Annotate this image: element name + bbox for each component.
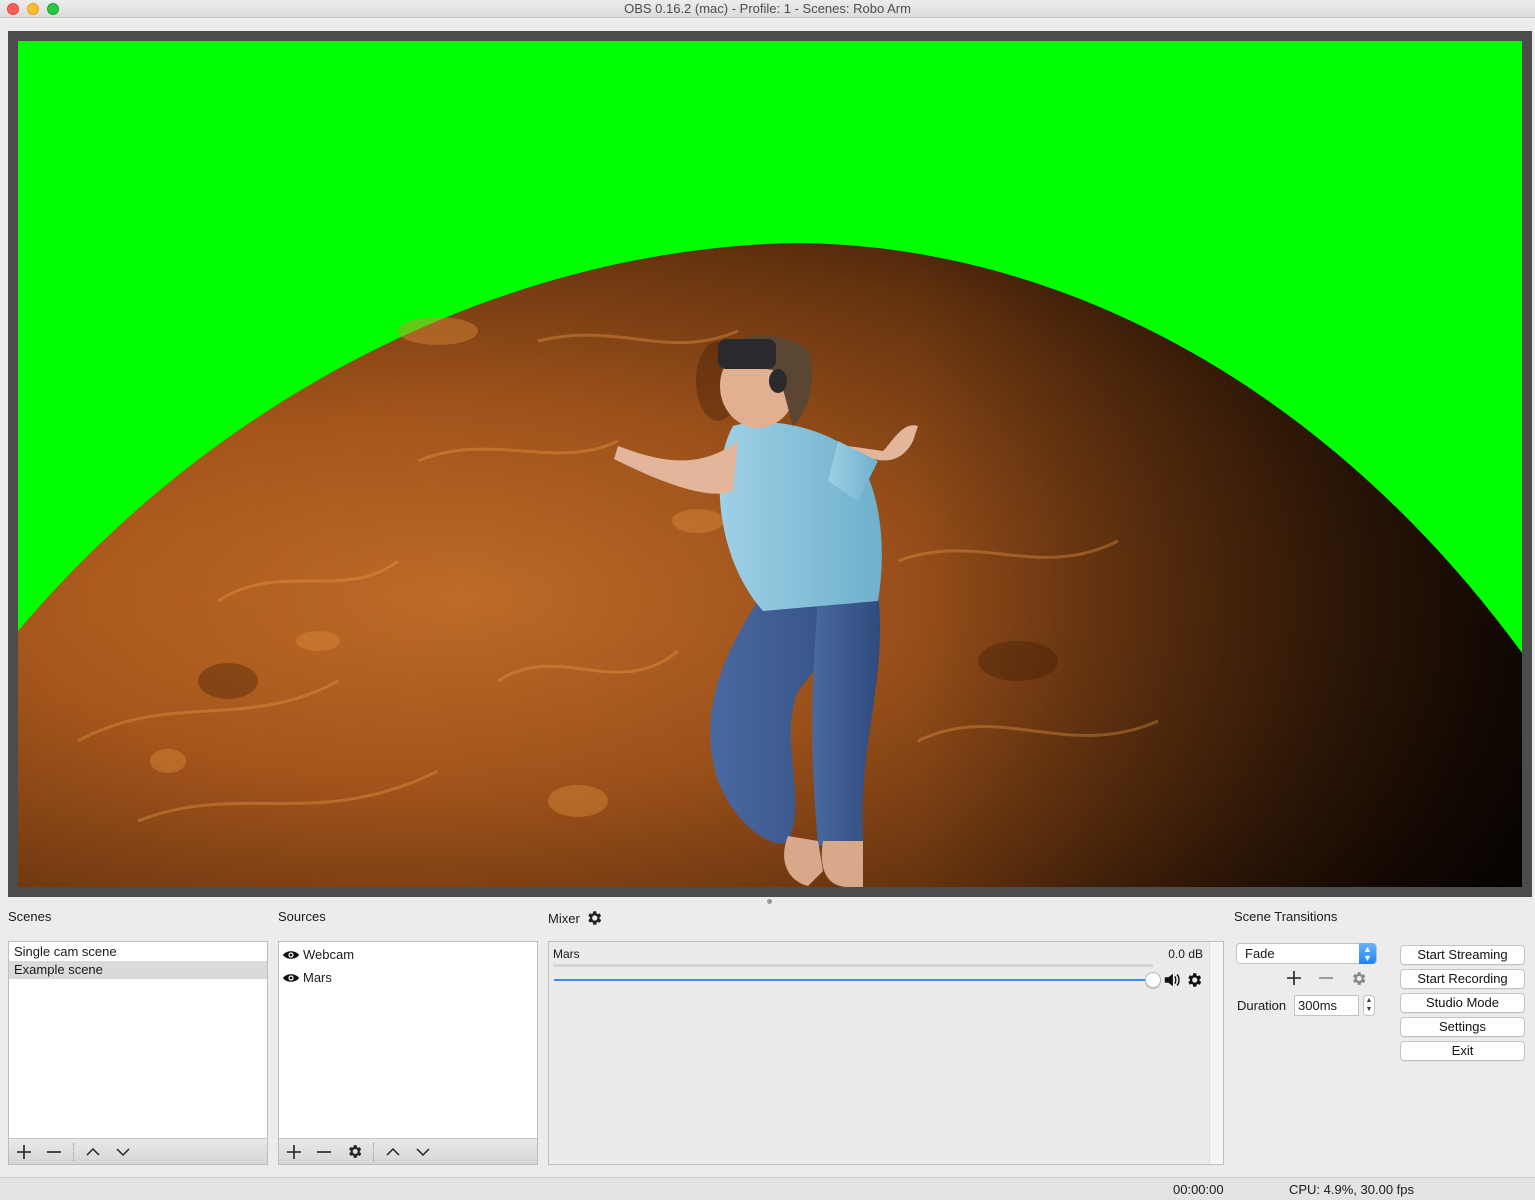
volume-slider-track[interactable] [554, 979, 1152, 981]
mixer-channel-db: 0.0 dB [1168, 947, 1203, 961]
status-time: 00:00:00 [1173, 1182, 1224, 1197]
volume-slider-handle[interactable] [1145, 972, 1161, 988]
add-transition-button[interactable] [1282, 967, 1306, 989]
preview-scene-image [18, 41, 1522, 887]
add-source-button[interactable] [279, 1140, 309, 1164]
gear-icon [348, 1145, 361, 1158]
mixer-dock-title: Mixer [548, 910, 580, 926]
title-bar: OBS 0.16.2 (mac) - Profile: 1 - Scenes: … [0, 0, 1535, 18]
minus-icon [317, 1150, 331, 1153]
scene-item-single-cam[interactable]: Single cam scene [9, 943, 267, 961]
chevron-up-icon [86, 1147, 100, 1156]
scenes-dock-title: Scenes [8, 909, 52, 924]
transition-select-value: Fade [1245, 946, 1275, 961]
audio-level-meter [553, 964, 1153, 967]
source-properties-button[interactable] [339, 1140, 369, 1164]
remove-scene-button[interactable] [39, 1140, 69, 1164]
plus-icon [1287, 971, 1301, 985]
start-streaming-button[interactable]: Start Streaming [1400, 945, 1525, 965]
duration-label: Duration [1237, 998, 1287, 1013]
plus-icon [17, 1144, 31, 1159]
mixer-panel: Mars 0.0 dB [548, 941, 1224, 1165]
minus-icon [47, 1150, 61, 1153]
studio-mode-button[interactable]: Studio Mode [1400, 993, 1525, 1013]
add-scene-button[interactable] [9, 1140, 39, 1164]
minus-icon [1319, 977, 1333, 979]
remove-source-button[interactable] [309, 1140, 339, 1164]
scenes-toolbar [9, 1138, 267, 1164]
remove-transition-button[interactable] [1314, 967, 1338, 989]
mixer-scrollbar[interactable] [1209, 942, 1223, 1164]
source-label-webcam: Webcam [303, 947, 355, 962]
chevron-down-icon [416, 1147, 430, 1156]
sources-dock-title: Sources [278, 909, 326, 924]
plus-icon [287, 1144, 301, 1159]
transition-properties-button[interactable] [1346, 967, 1370, 989]
move-source-up-button[interactable] [378, 1140, 408, 1164]
scenes-list: Single cam scene Example scene [8, 941, 268, 1165]
gear-icon[interactable] [1185, 971, 1203, 989]
start-recording-button[interactable]: Start Recording [1400, 969, 1525, 989]
mixer-channel-name: Mars [553, 947, 580, 961]
speaker-icon[interactable] [1163, 971, 1181, 989]
visibility-eye-icon[interactable] [282, 949, 300, 961]
visibility-eye-icon[interactable] [282, 972, 300, 984]
scene-item-example[interactable]: Example scene [9, 961, 267, 979]
settings-button[interactable]: Settings [1400, 1017, 1525, 1037]
sources-list: Webcam Mars [278, 941, 538, 1165]
chevron-up-icon [386, 1147, 400, 1156]
updown-arrows-icon: ▲ ▼ [1359, 943, 1376, 964]
gear-icon [1352, 971, 1365, 985]
preview-canvas[interactable] [18, 41, 1522, 887]
chevron-down-icon [116, 1147, 130, 1156]
source-item-webcam[interactable]: Webcam [279, 943, 537, 966]
status-cpu: CPU: 4.9%, 30.00 fps [1289, 1182, 1415, 1197]
move-source-down-button[interactable] [408, 1140, 438, 1164]
sources-toolbar [279, 1138, 537, 1164]
exit-button[interactable]: Exit [1400, 1041, 1525, 1061]
move-scene-down-button[interactable] [108, 1140, 138, 1164]
transition-select[interactable]: Fade ▲ ▼ [1236, 943, 1377, 964]
mixer-dock-header: Mixer [548, 909, 603, 927]
transitions-dock-title: Scene Transitions [1234, 909, 1338, 924]
source-item-mars[interactable]: Mars [279, 966, 537, 989]
status-bar: 00:00:00 CPU: 4.9%, 30.00 fps [0, 1177, 1535, 1200]
duration-stepper[interactable]: ▲ ▼ [1363, 995, 1375, 1016]
mixer-gear-icon[interactable] [585, 909, 603, 927]
toolbar-separator [73, 1142, 74, 1161]
source-label-mars: Mars [303, 970, 332, 985]
toolbar-separator [373, 1142, 374, 1161]
window-title: OBS 0.16.2 (mac) - Profile: 1 - Scenes: … [624, 1, 911, 16]
move-scene-up-button[interactable] [78, 1140, 108, 1164]
duration-input[interactable]: 300ms [1294, 995, 1359, 1016]
preview-splitter-handle[interactable] [767, 899, 772, 904]
